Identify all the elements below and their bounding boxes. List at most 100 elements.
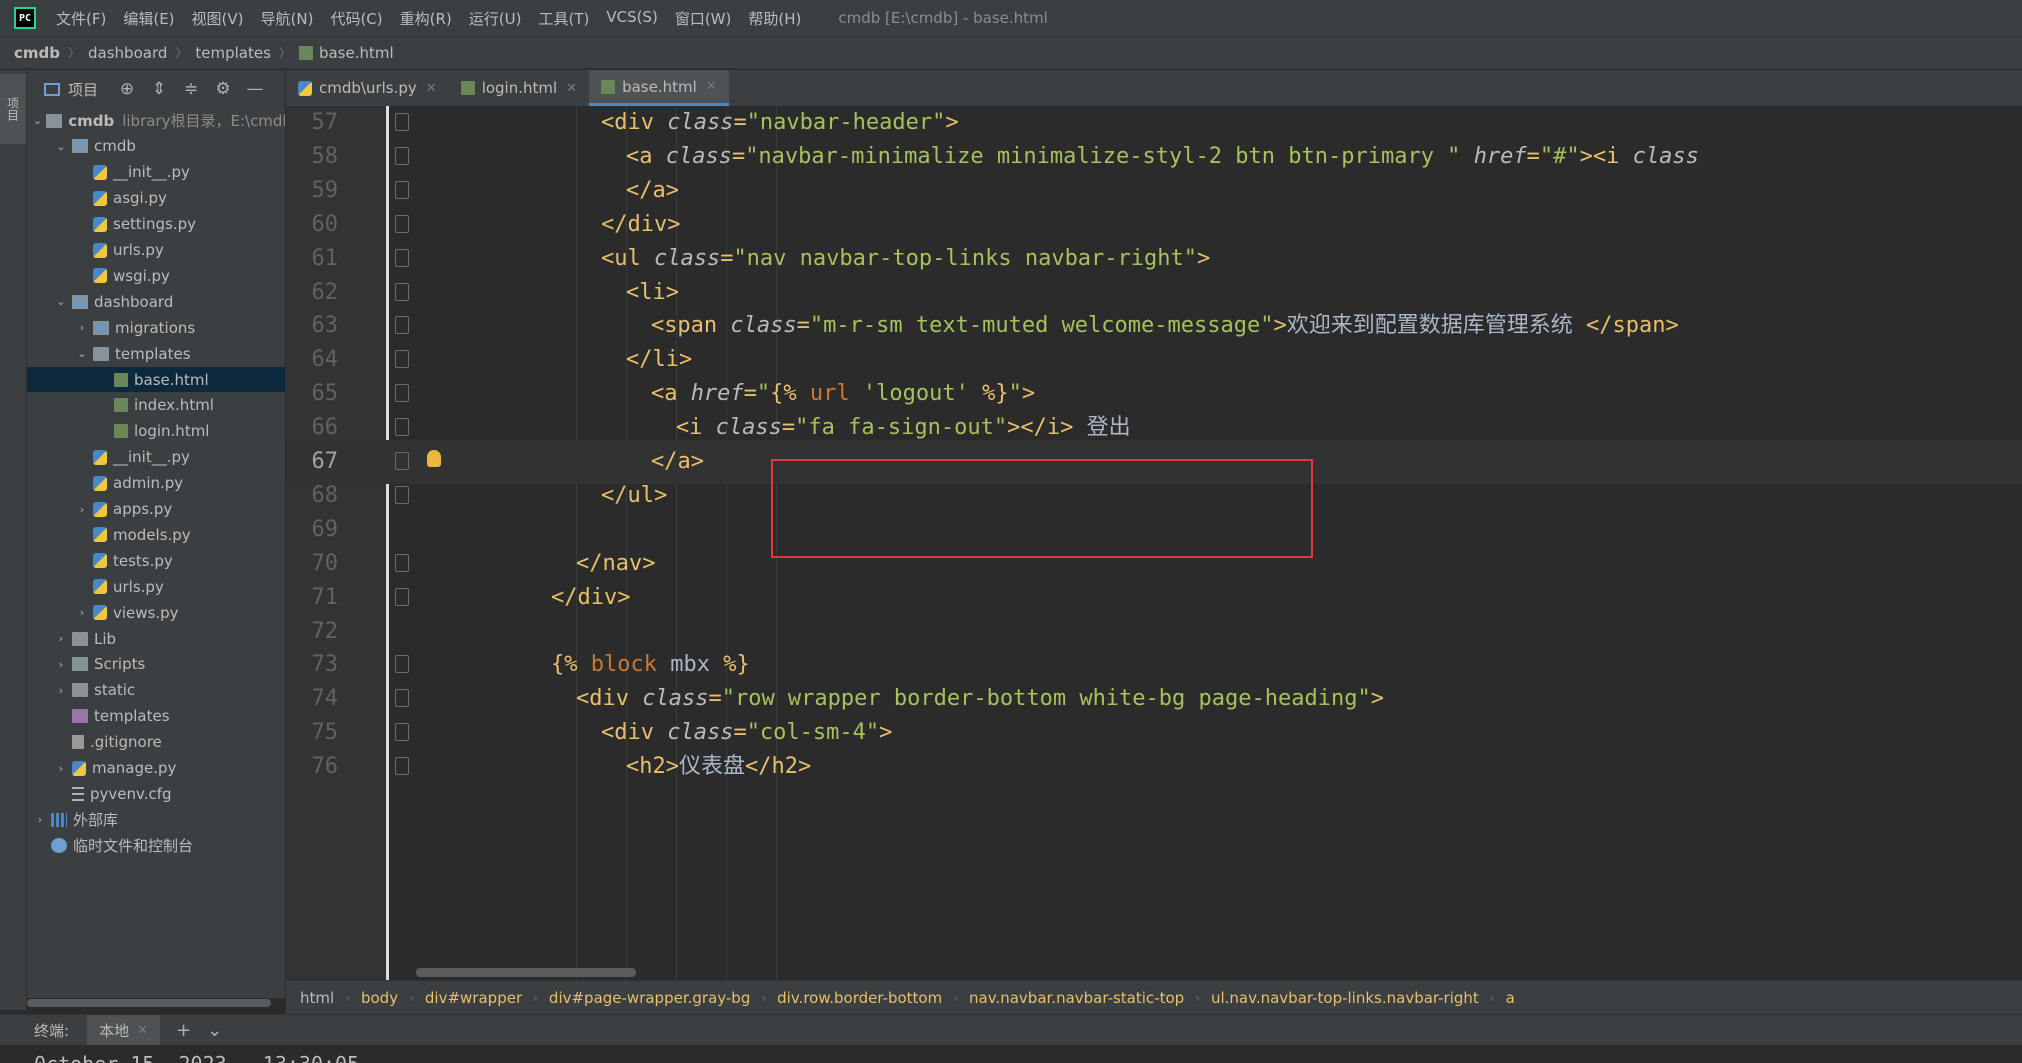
fold-marker-icon[interactable] (395, 418, 409, 437)
chevron-right-icon[interactable]: › (54, 684, 68, 697)
chevron-right-icon[interactable]: › (54, 632, 68, 645)
tree-item[interactable]: › Scripts (27, 652, 285, 677)
chevron-down-icon[interactable]: ⌄ (33, 114, 42, 127)
chevron-down-icon[interactable]: ⌄ (207, 1020, 222, 1041)
project-tree-scrollbar[interactable] (27, 999, 271, 1007)
editor-tab[interactable]: cmdb\urls.py ✕ (286, 70, 449, 106)
fold-marker-icon[interactable] (395, 689, 409, 708)
editor-tab[interactable]: base.html ✕ (589, 70, 729, 106)
chevron-right-icon[interactable]: › (75, 321, 89, 334)
tree-item[interactable]: › views.py (27, 600, 285, 625)
gear-icon[interactable]: ⚙ (214, 79, 232, 99)
chevron-down-icon[interactable]: ⌄ (54, 140, 68, 153)
chevron-right-icon[interactable]: › (54, 658, 68, 671)
terminal-tab-local[interactable]: 本地 ✕ (87, 1015, 160, 1045)
tree-item[interactable]: templates (27, 704, 285, 729)
tree-item[interactable]: index.html (27, 393, 285, 418)
minimize-icon[interactable]: — (246, 79, 264, 99)
structure-breadcrumb-item[interactable]: nav.navbar.navbar-static-top (969, 989, 1184, 1007)
fold-marker-icon[interactable] (395, 214, 409, 233)
lightbulb-icon[interactable] (427, 450, 441, 467)
terminal-output[interactable]: 0ctober 15, 2023 - 13:30:05 (0, 1045, 2022, 1063)
tree-item[interactable]: › static (27, 678, 285, 703)
close-icon[interactable]: ✕ (706, 79, 717, 94)
structure-breadcrumb-item[interactable]: div.row.border-bottom (777, 989, 942, 1007)
tree-item[interactable]: › manage.py (27, 756, 285, 781)
tree-item[interactable]: login.html (27, 419, 285, 444)
tree-item[interactable]: ⌄ cmdb (27, 134, 285, 159)
breadcrumb-item[interactable]: dashboard (88, 44, 167, 62)
chevron-right-icon[interactable]: › (75, 503, 89, 516)
tree-item[interactable]: ⌄ cmdb library根目录，E:\cmdb (27, 108, 285, 133)
menu-item[interactable]: 工具(T) (538, 8, 589, 29)
menu-item[interactable]: 文件(F) (56, 8, 106, 29)
breadcrumb-item[interactable]: templates (195, 44, 271, 62)
structure-breadcrumb-item[interactable]: ul.nav.navbar-top-links.navbar-right (1211, 989, 1479, 1007)
project-panel-title[interactable]: 项目 (68, 79, 98, 100)
structure-breadcrumb-item[interactable]: div#page-wrapper.gray-bg (549, 989, 750, 1007)
structure-breadcrumb-item[interactable]: html (300, 989, 334, 1007)
close-icon[interactable]: ✕ (426, 81, 437, 96)
fold-marker-icon[interactable] (395, 757, 409, 776)
code-editor[interactable]: 57 <div class="navbar-header"> 58 <a class=… (286, 106, 2022, 980)
menu-item[interactable]: 视图(V) (192, 8, 244, 29)
chevron-right-icon[interactable]: › (75, 606, 89, 619)
structure-breadcrumb-item[interactable]: div#wrapper (425, 989, 522, 1007)
tree-item[interactable]: urls.py (27, 574, 285, 599)
menu-item[interactable]: VCS(S) (606, 8, 657, 29)
tree-item[interactable]: › Lib (27, 626, 285, 651)
fold-marker-icon[interactable] (395, 452, 409, 470)
tree-item[interactable]: ⌄ dashboard (27, 289, 285, 314)
tree-item[interactable]: 临时文件和控制台 (27, 833, 285, 858)
chevron-right-icon[interactable]: › (54, 762, 68, 775)
menu-item[interactable]: 重构(R) (400, 8, 452, 29)
code-line[interactable]: 76 <h2>仪表盘</h2> (286, 745, 2022, 789)
fold-marker-icon[interactable] (395, 113, 409, 131)
tree-item[interactable]: tests.py (27, 548, 285, 573)
tree-item[interactable]: settings.py (27, 212, 285, 237)
tree-item[interactable]: › apps.py (27, 497, 285, 522)
fold-marker-icon[interactable] (395, 146, 409, 165)
fold-marker-icon[interactable] (395, 316, 409, 335)
breadcrumb-item[interactable]: base.html (319, 44, 394, 62)
tree-item[interactable]: asgi.py (27, 186, 285, 211)
tree-item[interactable]: models.py (27, 522, 285, 547)
menu-item[interactable]: 编辑(E) (123, 8, 174, 29)
menu-item[interactable]: 帮助(H) (748, 8, 801, 29)
fold-marker-icon[interactable] (395, 723, 409, 742)
tree-item[interactable]: __init__.py (27, 445, 285, 470)
fold-marker-icon[interactable] (395, 655, 409, 674)
menu-item[interactable]: 导航(N) (261, 8, 314, 29)
fold-marker-icon[interactable] (395, 553, 409, 572)
menu-item[interactable]: 窗口(W) (675, 8, 732, 29)
tree-item[interactable]: urls.py (27, 238, 285, 263)
chevron-down-icon[interactable]: ⌄ (75, 347, 89, 360)
close-icon[interactable]: ✕ (137, 1023, 148, 1038)
menu-item[interactable]: 运行(U) (469, 8, 522, 29)
tree-item[interactable]: .gitignore (27, 730, 285, 755)
chevron-right-icon[interactable]: › (33, 813, 47, 826)
tree-item[interactable]: › migrations (27, 315, 285, 340)
tree-item[interactable]: › 外部库 (27, 807, 285, 832)
fold-marker-icon[interactable] (395, 384, 409, 403)
expand-all-icon[interactable]: ⇕ (150, 79, 168, 99)
menu-item[interactable]: 代码(C) (330, 8, 382, 29)
tree-item[interactable]: pyvenv.cfg (27, 781, 285, 806)
tree-item[interactable]: admin.py (27, 471, 285, 496)
breadcrumb-item[interactable]: cmdb (14, 44, 60, 62)
structure-breadcrumb-item[interactable]: a (1506, 989, 1515, 1007)
locate-file-icon[interactable]: ⊕ (118, 79, 136, 99)
structure-breadcrumb-item[interactable]: body (361, 989, 398, 1007)
collapse-all-icon[interactable]: ≑ (182, 79, 200, 99)
fold-marker-icon[interactable] (395, 350, 409, 369)
tree-item[interactable]: wsgi.py (27, 263, 285, 288)
fold-marker-icon[interactable] (395, 180, 409, 199)
add-terminal-icon[interactable]: + (176, 1020, 191, 1041)
editor-horizontal-scrollbar[interactable] (416, 968, 636, 977)
tree-item[interactable]: __init__.py (27, 160, 285, 185)
fold-marker-icon[interactable] (395, 587, 409, 606)
fold-marker-icon[interactable] (395, 248, 409, 267)
project-tool-tab[interactable]: 项目 (0, 74, 26, 144)
tree-item[interactable]: ⌄ templates (27, 341, 285, 366)
fold-marker-icon[interactable] (395, 282, 409, 301)
